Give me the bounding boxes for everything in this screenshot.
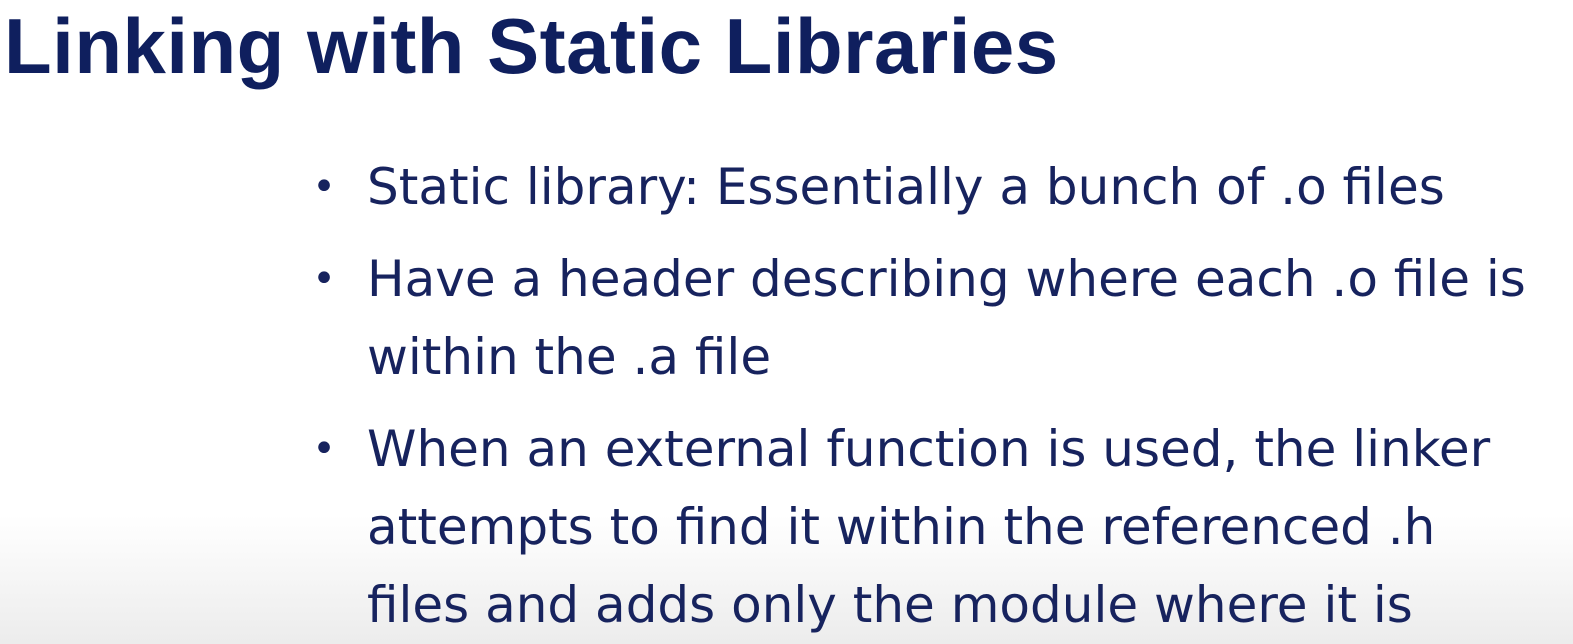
bullet-line: files and adds only the module where it … <box>367 576 1413 634</box>
bullet-line: Static library: Essentially a bunch of .… <box>367 158 1445 216</box>
bullet-item: • Have a header describing where each .o… <box>312 240 1562 396</box>
bullet-dot-icon: • <box>312 256 336 302</box>
bullet-item: • When an external function is used, the… <box>312 410 1562 644</box>
bullet-dot-icon: • <box>312 164 336 210</box>
bullet-line: attempts to find it within the reference… <box>367 498 1436 556</box>
bullet-dot-icon: • <box>312 426 336 472</box>
slide: Linking with Static Libraries • Static l… <box>0 0 1573 644</box>
bullet-line: Have a header describing where each .o f… <box>367 250 1526 308</box>
bullet-line: within the .a file <box>367 328 772 386</box>
bullet-list: • Static library: Essentially a bunch of… <box>312 148 1562 644</box>
slide-title: Linking with Static Libraries <box>4 2 1059 90</box>
bullet-item: • Static library: Essentially a bunch of… <box>312 148 1562 226</box>
bullet-line: When an external function is used, the l… <box>367 420 1491 478</box>
